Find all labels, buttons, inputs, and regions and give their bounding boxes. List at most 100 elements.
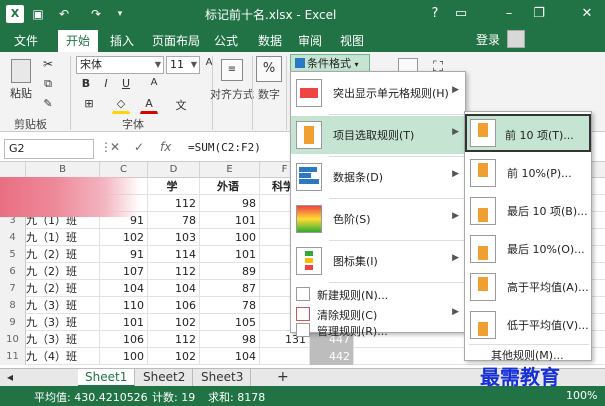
border-icon[interactable]: ⊞ bbox=[80, 96, 98, 114]
table-cell[interactable]: 110 bbox=[100, 297, 148, 314]
sheet-nav-icon[interactable]: ◂ ▸ bbox=[0, 369, 28, 401]
paste-button[interactable]: 粘贴 bbox=[6, 56, 36, 110]
save-icon[interactable]: ▣ bbox=[30, 5, 46, 23]
table-cell[interactable]: 107 bbox=[100, 263, 148, 280]
table-cell[interactable]: 100 bbox=[200, 229, 260, 246]
column-header[interactable]: C bbox=[100, 162, 148, 178]
table-cell[interactable]: 102 bbox=[148, 314, 200, 331]
menu-item-above-average[interactable]: 高于平均值(A)... bbox=[465, 268, 591, 306]
select-all-corner[interactable] bbox=[0, 162, 26, 178]
table-cell[interactable]: 112 bbox=[148, 195, 200, 212]
table-cell[interactable]: 91 bbox=[100, 246, 148, 263]
table-cell[interactable]: 102 bbox=[148, 348, 200, 365]
zoom-level[interactable]: 100% bbox=[566, 389, 597, 402]
row-header[interactable]: 6 bbox=[0, 263, 26, 280]
tab-view[interactable]: 视图 bbox=[332, 30, 372, 52]
tab-review[interactable]: 审阅 bbox=[290, 30, 330, 52]
row-header[interactable]: 5 bbox=[0, 246, 26, 263]
name-box[interactable]: G2 bbox=[4, 139, 94, 159]
table-cell[interactable]: 104 bbox=[148, 280, 200, 297]
table-cell[interactable]: 112 bbox=[148, 331, 200, 348]
table-cell[interactable]: 101 bbox=[200, 212, 260, 229]
table-cell[interactable]: 112 bbox=[148, 263, 200, 280]
sheet-tab-3[interactable]: Sheet3 bbox=[194, 369, 252, 387]
cancel-icon[interactable]: ✕ bbox=[110, 140, 120, 154]
tab-page-layout[interactable]: 页面布局 bbox=[144, 30, 208, 52]
table-cell[interactable]: 九（4）班 bbox=[26, 348, 100, 365]
italic-button[interactable]: I bbox=[98, 76, 114, 94]
sheet-tab-2[interactable]: Sheet2 bbox=[136, 369, 194, 387]
menu-item-highlight-rules[interactable]: 突出显示单元格规则(H) ▶ bbox=[291, 74, 465, 112]
close-button[interactable]: ✕ bbox=[576, 4, 598, 24]
table-cell[interactable]: 九（2）班 bbox=[26, 246, 100, 263]
table-cell[interactable]: 78 bbox=[200, 297, 260, 314]
font-name-select[interactable]: 宋体 ▼ bbox=[76, 56, 164, 74]
table-cell[interactable]: 105 bbox=[200, 314, 260, 331]
format-painter-icon[interactable]: ✎ bbox=[40, 96, 56, 112]
insert-function-icon[interactable]: fx bbox=[160, 140, 171, 154]
table-cell[interactable]: 103 bbox=[148, 229, 200, 246]
table-cell[interactable]: 104 bbox=[200, 348, 260, 365]
table-cell[interactable]: 九（3）班 bbox=[26, 314, 100, 331]
tab-formulas[interactable]: 公式 bbox=[206, 30, 246, 52]
tab-file[interactable]: 文件 bbox=[6, 30, 47, 52]
table-cell[interactable]: 101 bbox=[100, 314, 148, 331]
underline-button[interactable]: U bbox=[118, 76, 134, 94]
menu-item-new-rule[interactable]: 新建规则(N)... bbox=[291, 284, 465, 304]
row-header[interactable]: 10 bbox=[0, 331, 26, 348]
row-header[interactable]: 8 bbox=[0, 297, 26, 314]
login-link[interactable]: 登录 bbox=[476, 31, 500, 48]
bold-button[interactable]: B bbox=[78, 76, 94, 94]
table-cell[interactable]: 442 bbox=[310, 348, 354, 365]
menu-item-icon-sets[interactable]: 图标集(I) ▶ bbox=[291, 242, 465, 280]
table-cell[interactable]: 九（2）班 bbox=[26, 263, 100, 280]
menu-item-color-scales[interactable]: 色阶(S) ▶ bbox=[291, 200, 465, 238]
menu-item-top-bottom-rules[interactable]: 项目选取规则(T) ▶ bbox=[291, 116, 465, 154]
menu-item-top-10-percent[interactable]: 前 10%(P)... bbox=[465, 154, 591, 192]
cut-icon[interactable]: ✂ bbox=[40, 56, 56, 72]
tab-home[interactable]: 开始 bbox=[58, 30, 99, 52]
table-cell[interactable]: 外语 bbox=[200, 178, 260, 195]
table-cell[interactable]: 114 bbox=[148, 246, 200, 263]
confirm-icon[interactable]: ✓ bbox=[134, 140, 144, 154]
table-cell[interactable]: 98 bbox=[200, 195, 260, 212]
minimize-button[interactable]: – bbox=[498, 4, 520, 24]
row-header[interactable]: 11 bbox=[0, 348, 26, 365]
table-cell[interactable]: 104 bbox=[100, 280, 148, 297]
font-size-select[interactable]: 11 ▼ bbox=[166, 56, 200, 74]
table-cell[interactable]: 106 bbox=[100, 331, 148, 348]
table-cell[interactable]: 102 bbox=[100, 229, 148, 246]
add-sheet-icon[interactable]: + bbox=[270, 369, 290, 387]
tab-data[interactable]: 数据 bbox=[250, 30, 290, 52]
table-cell[interactable]: 九（3）班 bbox=[26, 331, 100, 348]
table-cell[interactable]: 89 bbox=[200, 263, 260, 280]
help-button[interactable]: ? bbox=[424, 4, 446, 24]
number-format-button[interactable]: % bbox=[256, 56, 282, 82]
table-cell[interactable]: 87 bbox=[200, 280, 260, 297]
column-header[interactable]: B bbox=[26, 162, 100, 178]
copy-icon[interactable]: ⧉ bbox=[40, 76, 56, 92]
phonetic-icon[interactable]: 文 bbox=[172, 96, 190, 114]
row-header[interactable]: 7 bbox=[0, 280, 26, 297]
menu-item-manage-rules[interactable]: 管理规则(R)... bbox=[291, 320, 465, 340]
redo-icon[interactable]: ↷ bbox=[88, 5, 104, 23]
undo-icon[interactable]: ↶ bbox=[56, 5, 72, 23]
table-cell[interactable]: 九（3）班 bbox=[26, 297, 100, 314]
grow-font-size-icon[interactable]: A bbox=[146, 76, 162, 94]
customize-toolbar-icon[interactable]: ▾ bbox=[114, 5, 126, 23]
column-header[interactable]: D bbox=[148, 162, 200, 178]
table-cell[interactable]: 学 bbox=[148, 178, 200, 195]
row-header[interactable]: 4 bbox=[0, 229, 26, 246]
table-cell[interactable]: 98 bbox=[200, 331, 260, 348]
table-cell[interactable]: 78 bbox=[148, 212, 200, 229]
menu-item-top-10[interactable]: 前 10 项(T)... bbox=[465, 114, 591, 152]
table-cell[interactable]: 101 bbox=[200, 246, 260, 263]
font-color-icon[interactable]: A bbox=[140, 96, 158, 114]
menu-item-data-bars[interactable]: 数据条(D) ▶ bbox=[291, 158, 465, 196]
table-cell[interactable]: 九（1）班 bbox=[26, 229, 100, 246]
table-cell[interactable]: 九（2）班 bbox=[26, 280, 100, 297]
ribbon-display-icon[interactable]: ▭ bbox=[450, 4, 472, 24]
menu-item-bottom-10[interactable]: 最后 10 项(B)... bbox=[465, 192, 591, 230]
row-header[interactable]: 9 bbox=[0, 314, 26, 331]
menu-item-bottom-10-percent[interactable]: 最后 10%(O)... bbox=[465, 230, 591, 268]
